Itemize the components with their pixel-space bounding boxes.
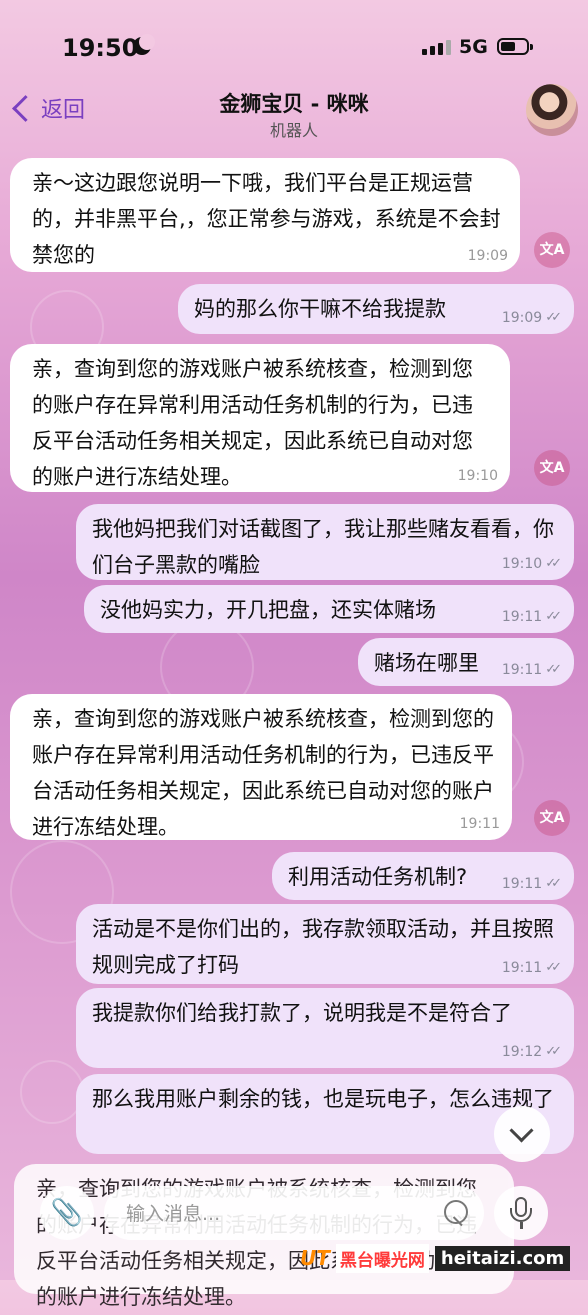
message-text: 没他妈实力，开几把盘，还实体赌场 [100, 598, 436, 622]
message-bubble-incoming[interactable]: 亲，查询到您的游戏账户被系统核查，检测到您的账户存在异常利用活动任务机制的行为，… [10, 344, 510, 492]
message-text: 赌场在哪里 [374, 651, 479, 675]
double-check-icon: ✓✓ [545, 609, 562, 624]
status-bar: 19:50 5G [0, 0, 588, 90]
message-meta: 19:11 [460, 816, 500, 832]
message-text: 亲，查询到您的游戏账户被系统核查，检测到您的账户存在异常利用活动任务机制的行为，… [32, 357, 473, 489]
message-bubble-outgoing[interactable]: 妈的那么你干嘛不给我提款 19:09 ✓✓ [178, 284, 574, 334]
signal-icon [422, 40, 451, 55]
translate-button[interactable]: 文A [534, 450, 570, 486]
message-time: 19:10 [501, 556, 543, 572]
watermark: UT 黑台曝光网 heitaizi.com [300, 1243, 571, 1273]
microphone-stand [510, 1208, 532, 1222]
message-text: 妈的那么你干嘛不给我提款 [194, 297, 446, 321]
attach-button[interactable]: 📎 [40, 1186, 94, 1240]
message-meta: 19:10 [458, 468, 498, 484]
message-text: 我他妈把我们对话截图了，我让那些赌友看看，你们台子黑款的嘴脸 [92, 517, 554, 577]
message-bubble-incoming[interactable]: 亲～这边跟您说明一下哦，我们平台是正规运营的，并非黑平台,，您正常参与游戏，系统… [10, 158, 520, 272]
message-bubble-incoming[interactable]: 亲，查询到您的游戏账户被系统核查，检测到您的账户存在异常利用活动任务机制的行为，… [10, 694, 512, 840]
message-bubble-outgoing[interactable]: 没他妈实力，开几把盘，还实体赌场 19:11 ✓✓ [84, 585, 574, 633]
message-bubble-outgoing[interactable]: 赌场在哪里 19:11 ✓✓ [358, 638, 574, 686]
message-time: 19:09 [501, 310, 543, 326]
message-time: 19:11 [501, 876, 543, 892]
message-text: 亲～这边跟您说明一下哦，我们平台是正规运营的，并非黑平台,，您正常参与游戏，系统… [32, 171, 501, 267]
message-text: 亲，查询到您的游戏账户被系统核查，检测到您的账户存在异常利用活动任务机制的行为，… [32, 707, 494, 839]
message-time: 19:12 [501, 1044, 543, 1060]
double-check-icon: ✓✓ [545, 876, 562, 891]
chat-title[interactable]: 金狮宝贝 - 咪咪 [0, 88, 588, 118]
microphone-button[interactable] [494, 1186, 548, 1240]
battery-icon [497, 38, 533, 55]
message-meta: 19:09 [468, 248, 508, 264]
watermark-logo: UT [300, 1246, 330, 1270]
message-meta: 19:11 ✓✓ [502, 876, 562, 892]
message-meta: 19:11 ✓✓ [502, 609, 562, 625]
message-time: 19:11 [501, 662, 543, 678]
network-label: 5G [459, 36, 488, 58]
message-text: 我提款你们给我打款了，说明我是不是符合了 [92, 1001, 512, 1025]
watermark-url: heitaizi.com [434, 1245, 571, 1271]
message-input-field[interactable] [104, 1186, 484, 1240]
avatar[interactable] [526, 84, 578, 136]
message-text: 利用活动任务机制? [288, 865, 468, 889]
message-time: 19:09 [467, 248, 508, 264]
message-meta: 19:11 ✓✓ [502, 960, 562, 976]
message-text: 那么我用账户剩余的钱，也是玩电子，怎么违规了 [92, 1087, 554, 1111]
double-check-icon: ✓✓ [545, 310, 562, 325]
message-bubble-outgoing[interactable]: 我提款你们给我打款了，说明我是不是符合了 19:12 ✓✓ [76, 988, 574, 1068]
sticker-icon[interactable] [444, 1200, 468, 1224]
message-meta: 19:10 ✓✓ [502, 556, 562, 572]
scroll-down-button[interactable] [494, 1106, 550, 1162]
moon-icon [133, 34, 155, 55]
status-time: 19:50 [62, 34, 139, 62]
paperclip-icon: 📎 [50, 1198, 84, 1228]
double-check-icon: ✓✓ [545, 1044, 562, 1059]
message-time: 19:10 [457, 468, 498, 484]
message-input[interactable] [124, 1195, 428, 1233]
translate-button[interactable]: 文A [534, 232, 570, 268]
message-bubble-outgoing[interactable]: 利用活动任务机制? 19:11 ✓✓ [272, 852, 574, 900]
chevron-down-icon [509, 1118, 534, 1143]
message-bubble-outgoing[interactable]: 活动是不是你们出的，我存款领取活动，并且按照规则完成了打码 19:11 ✓✓ [76, 904, 574, 984]
message-meta: 19:09 ✓✓ [502, 310, 562, 326]
chat-subtitle: 机器人 [269, 121, 318, 140]
message-time: 19:11 [459, 816, 500, 832]
double-check-icon: ✓✓ [545, 662, 562, 677]
double-check-icon: ✓✓ [545, 556, 562, 571]
message-time: 19:11 [501, 609, 543, 625]
message-bubble-outgoing[interactable]: 我他妈把我们对话截图了，我让那些赌友看看，你们台子黑款的嘴脸 19:10 ✓✓ [76, 504, 574, 580]
message-time: 19:11 [501, 960, 543, 976]
translate-button[interactable]: 文A [534, 800, 570, 836]
watermark-name: 黑台曝光网 [335, 1243, 429, 1273]
background-doodle [20, 1060, 84, 1124]
microphone-leg [520, 1222, 523, 1229]
double-check-icon: ✓✓ [545, 960, 562, 975]
message-meta: 19:12 ✓✓ [502, 1044, 562, 1060]
message-text: 活动是不是你们出的，我存款领取活动，并且按照规则完成了打码 [92, 917, 554, 977]
message-meta: 19:11 ✓✓ [502, 662, 562, 678]
